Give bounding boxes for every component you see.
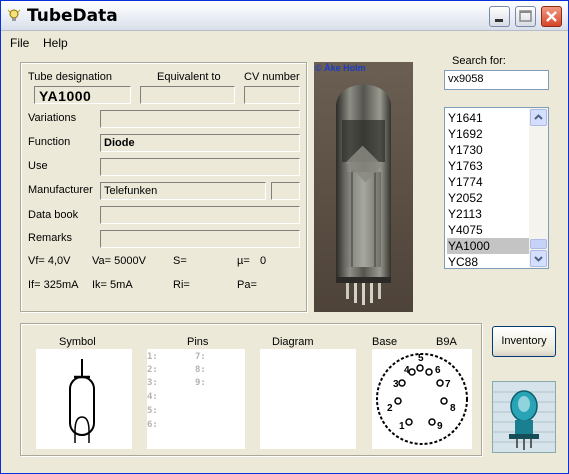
list-item[interactable]: Y2052 — [447, 190, 529, 206]
pins-panel: 1: 2: 3: 4: 5: 6: 7: 8: 9: — [147, 349, 245, 449]
svg-text:8: 8 — [450, 403, 456, 414]
pin-7-label: 7: — [195, 352, 206, 362]
menu-help[interactable]: Help — [43, 36, 68, 50]
diagram-panel — [260, 349, 356, 449]
chevron-down-icon — [534, 256, 543, 262]
pa-value: Pa= — [237, 279, 257, 291]
close-icon — [546, 11, 557, 22]
list-item[interactable]: Y1692 — [447, 126, 529, 142]
list-item[interactable]: Y1730 — [447, 142, 529, 158]
base-pinout-diagram: 5 4 6 3 7 2 8 1 9 — [376, 353, 468, 445]
base-panel: 5 4 6 3 7 2 8 1 9 — [372, 349, 472, 449]
manufacturer-label: Manufacturer — [28, 184, 93, 196]
manufacturer-field[interactable]: Telefunken — [100, 182, 266, 200]
remarks-label: Remarks — [28, 232, 73, 244]
tube-designation-field[interactable]: YA1000 — [34, 86, 131, 104]
symbol-panel — [36, 349, 132, 449]
list-item[interactable]: YC88 — [447, 254, 529, 268]
base-label: Base — [372, 336, 398, 348]
inventory-button[interactable]: Inventory — [492, 326, 556, 357]
tubedata-window: TubeData File Help Tube designation Equi… — [0, 0, 569, 474]
remarks-field[interactable] — [100, 230, 300, 248]
vf-value: Vf= 4,0V — [28, 255, 71, 267]
va-value: Va= 5000V — [92, 255, 146, 267]
pin-2-label: 2: — [147, 365, 158, 375]
minimize-button[interactable] — [489, 6, 510, 27]
svg-text:9: 9 — [437, 421, 443, 432]
photo-copyright: © Åke Holm — [315, 63, 366, 73]
tube-logo-icon — [493, 382, 555, 452]
lightbulb-icon — [7, 9, 21, 21]
list-item[interactable]: Y1774 — [447, 174, 529, 190]
pins-label: Pins — [187, 336, 209, 348]
s-value: S= — [173, 255, 187, 267]
svg-text:7: 7 — [445, 379, 451, 390]
tubedata-logo — [492, 381, 556, 453]
svg-text:3: 3 — [393, 379, 399, 390]
maximize-button[interactable] — [515, 6, 536, 27]
title-bar[interactable]: TubeData — [1, 1, 568, 31]
pin-5-label: 5: — [147, 406, 158, 416]
chevron-up-icon — [534, 114, 543, 120]
tube-photo-image — [314, 62, 413, 312]
manufacturer-code-field[interactable] — [271, 182, 300, 200]
list-item[interactable]: Y1641 — [447, 110, 529, 126]
mu-label: µ= — [237, 255, 250, 267]
window-title: TubeData — [27, 6, 118, 26]
svg-text:1: 1 — [399, 421, 405, 432]
pin-3-label: 3: — [147, 378, 158, 388]
cv-number-label: CV number — [244, 71, 300, 83]
search-label: Search for: — [452, 55, 506, 67]
data-book-field[interactable] — [100, 206, 300, 224]
menu-file[interactable]: File — [10, 36, 29, 50]
close-button[interactable] — [541, 6, 562, 27]
maximize-icon — [519, 10, 532, 22]
scroll-thumb[interactable] — [530, 239, 547, 249]
pin-6-label: 6: — [147, 420, 158, 430]
tube-photo — [314, 62, 413, 312]
if-value: If= 325mA — [28, 279, 79, 291]
list-item[interactable]: Y1763 — [447, 158, 529, 174]
ik-value: Ik= 5mA — [92, 279, 133, 291]
list-item[interactable]: Y4075 — [447, 222, 529, 238]
scroll-down-button[interactable] — [530, 250, 547, 267]
cv-number-field[interactable] — [244, 86, 300, 104]
use-label: Use — [28, 160, 48, 172]
diode-symbol — [69, 359, 95, 443]
variations-field[interactable] — [100, 110, 300, 128]
variations-label: Variations — [28, 112, 77, 124]
function-label: Function — [28, 136, 71, 148]
scroll-up-button[interactable] — [530, 109, 547, 126]
svg-text:5: 5 — [418, 353, 424, 364]
list-item-selected[interactable]: YA1000 — [447, 238, 529, 254]
data-book-label: Data book — [28, 209, 79, 221]
mu-value: 0 — [260, 255, 267, 267]
list-scrollbar[interactable] — [529, 108, 548, 268]
equivalent-to-label: Equivalent to — [157, 71, 221, 83]
svg-text:2: 2 — [387, 403, 393, 414]
tube-list[interactable]: Y1641 Y1692 Y1730 Y1763 Y1774 Y2052 Y211… — [444, 107, 549, 269]
svg-text:6: 6 — [435, 365, 441, 376]
pin-8-label: 8: — [195, 365, 206, 375]
search-input[interactable]: vx9058 — [444, 70, 549, 90]
symbol-label: Symbol — [59, 336, 96, 348]
function-field[interactable]: Diode — [100, 134, 300, 152]
equivalent-to-field[interactable] — [140, 86, 235, 104]
pin-9-label: 9: — [195, 378, 206, 388]
minimize-icon — [495, 19, 503, 22]
base-type-label: B9A — [436, 336, 457, 348]
ri-value: Ri= — [173, 279, 190, 291]
use-field[interactable] — [100, 158, 300, 176]
tube-designation-label: Tube designation — [28, 71, 112, 83]
menu-bar: File Help — [1, 32, 568, 52]
pin-1-label: 1: — [147, 352, 158, 362]
pin-4-label: 4: — [147, 392, 158, 402]
diagram-label: Diagram — [272, 336, 314, 348]
list-item[interactable]: Y2113 — [447, 206, 529, 222]
